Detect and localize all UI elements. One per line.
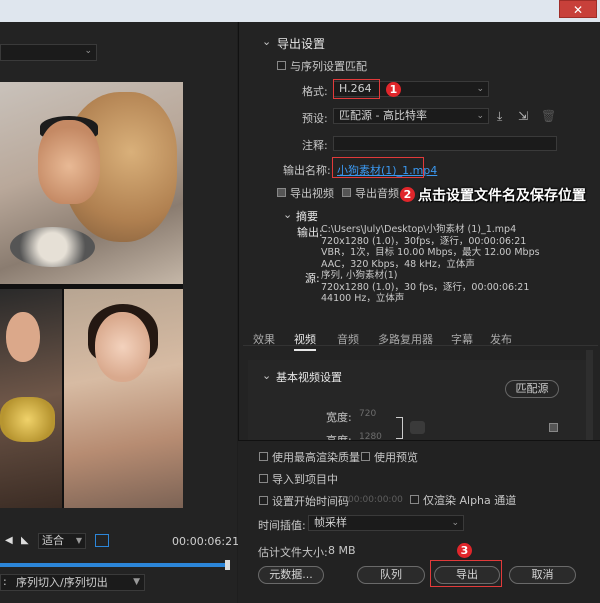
output-line: AAC，320 Kbps，48 kHz，立体声: [321, 258, 475, 270]
render-alpha-label: 仅渲染 Alpha 通道: [423, 494, 517, 507]
export-highlight-box: [430, 560, 502, 587]
basic-video-settings-title: 基本视频设置: [276, 371, 342, 384]
tab-captions[interactable]: 字幕: [451, 331, 473, 347]
summary-toggle-icon[interactable]: ⌄: [283, 208, 292, 221]
settings-scrollbar[interactable]: [586, 350, 593, 440]
output-summary-label: 输出:: [297, 226, 323, 239]
preview-bowl-image: [10, 227, 95, 267]
export-audio-label: 导出音频: [355, 187, 399, 200]
preview-bowl-yellow: [0, 397, 55, 442]
export-settings-title: 导出设置: [277, 37, 326, 51]
step-2-annotation: 点击设置文件名及保存位置: [418, 188, 586, 204]
use-previews-checkbox[interactable]: [361, 452, 370, 461]
export-video-label: 导出视频: [290, 187, 334, 200]
est-file-size-value: 8 MB: [328, 544, 356, 557]
source-line: 44100 Hz，立体声: [321, 293, 405, 304]
timeline-scrubber[interactable]: [0, 563, 227, 567]
export-audio-checkbox[interactable]: [342, 188, 351, 197]
chevron-down-icon: ⌄: [84, 46, 92, 56]
match-source-button[interactable]: 匹配源: [505, 380, 559, 398]
step-1-badge: 1: [386, 82, 401, 97]
range-label: 序列切入/序列切出: [16, 576, 108, 589]
delete-preset-icon[interactable]: 🗑: [541, 109, 556, 123]
time-interp-dropdown[interactable]: 帧采样 ⌄: [308, 515, 464, 531]
step-3-badge: 3: [457, 543, 472, 558]
set-start-timecode-label: 设置开始时间码: [272, 495, 349, 508]
range-prefix: :: [3, 575, 7, 588]
import-to-project-checkbox[interactable]: [259, 474, 268, 483]
start-timecode-value[interactable]: 00:00:00:00: [348, 495, 403, 505]
override-checkbox[interactable]: [549, 423, 558, 432]
output-line: 720x1280 (1.0)，30fps，逐行，00:00:06:21: [321, 235, 527, 247]
metadata-button[interactable]: 元数据...: [258, 566, 324, 584]
chevron-down-icon: ⌄: [476, 111, 484, 121]
tab-audio[interactable]: 音频: [337, 331, 359, 347]
format-highlight-box: [333, 79, 380, 99]
import-to-project-label: 导入到项目中: [272, 473, 338, 486]
mark-out-icon[interactable]: ◣: [21, 535, 29, 546]
chevron-down-icon: ⌄: [476, 84, 484, 94]
queue-button[interactable]: 队列: [357, 566, 425, 584]
time-interp-label: 时间插值:: [258, 519, 306, 532]
import-preset-icon[interactable]: ⇲: [518, 109, 528, 123]
output-name-label: 输出名称:: [283, 164, 331, 177]
fit-dropdown[interactable]: 适合 ▼: [38, 533, 86, 549]
window-titlebar: [0, 0, 600, 22]
cancel-button[interactable]: 取消: [509, 566, 576, 584]
output-line: C:\Users\July\Desktop\小狗素材 (1)_1.mp4: [321, 224, 517, 235]
preset-dropdown[interactable]: 匹配源 - 高比特率 ⌄: [333, 108, 489, 124]
tab-publish[interactable]: 发布: [490, 331, 512, 347]
source-range-dropdown[interactable]: 序列切入/序列切出 ▼: [0, 574, 145, 591]
match-sequence-checkbox[interactable]: [277, 61, 286, 70]
max-render-quality-label: 使用最高渲染质量: [272, 451, 360, 464]
source-line: 720x1280 (1.0)，30 fps，逐行，00:00:06:21: [321, 281, 530, 293]
chevron-down-icon: ⌄: [451, 518, 459, 528]
output-name-highlight-box: [332, 157, 424, 178]
max-render-quality-checkbox[interactable]: [259, 452, 268, 461]
preset-value: 匹配源 - 高比特率: [339, 109, 427, 122]
preview-person-right: [95, 312, 150, 382]
collapse-video-settings-icon[interactable]: ⌄: [262, 369, 271, 382]
output-line: VBR，1次，目标 10.00 Mbps，最大 12.00 Mbps: [321, 247, 540, 258]
timeline-out-marker[interactable]: [225, 560, 230, 570]
step-2-badge: 2: [400, 187, 415, 202]
timecode-readout: 00:00:06:21: [172, 535, 240, 548]
comment-label: 注释:: [302, 139, 328, 152]
source-scaling-dropdown[interactable]: ⌄: [0, 44, 97, 61]
chevron-down-icon: ▼: [133, 577, 140, 587]
fit-label: 适合: [42, 534, 64, 547]
video-preview: [0, 82, 183, 508]
match-sequence-label: 与序列设置匹配: [290, 60, 367, 73]
constrain-bracket: [396, 417, 403, 439]
summary-title: 摘要: [296, 210, 318, 223]
output-summary: C:\Users\July\Desktop\小狗素材 (1)_1.mp4 720…: [321, 224, 561, 270]
source-summary: 序列, 小狗素材(1) 720x1280 (1.0)，30 fps，逐行，00:…: [321, 270, 561, 305]
format-label: 格式:: [302, 85, 328, 98]
source-line: 序列, 小狗素材(1): [321, 270, 398, 281]
close-window-button[interactable]: ✕: [559, 0, 597, 18]
width-label: 宽度:: [326, 411, 352, 424]
link-icon[interactable]: [410, 421, 425, 434]
source-summary-label: 源:: [305, 272, 320, 285]
tab-video[interactable]: 视频: [294, 331, 316, 351]
export-video-checkbox[interactable]: [277, 188, 286, 197]
preset-label: 预设:: [302, 112, 328, 125]
set-start-timecode-checkbox[interactable]: [259, 496, 268, 505]
export-frame-icon[interactable]: [95, 534, 109, 547]
preview-face-image: [38, 120, 100, 204]
chevron-down-icon: ▼: [75, 536, 82, 545]
comment-input[interactable]: [333, 136, 557, 151]
preview-person-left: [6, 312, 40, 362]
collapse-export-settings-icon[interactable]: ⌄: [262, 35, 271, 48]
tab-effects[interactable]: 效果: [253, 331, 275, 347]
save-preset-icon[interactable]: ⤓: [497, 109, 502, 124]
tab-multiplexer[interactable]: 多路复用器: [378, 331, 433, 347]
use-previews-label: 使用预览: [374, 451, 418, 464]
render-alpha-checkbox[interactable]: [410, 495, 419, 504]
est-file-size-label: 估计文件大小:: [258, 546, 328, 559]
width-value[interactable]: 720: [359, 409, 376, 419]
time-interp-value: 帧采样: [314, 516, 347, 529]
step-back-icon[interactable]: ◀: [5, 535, 13, 546]
